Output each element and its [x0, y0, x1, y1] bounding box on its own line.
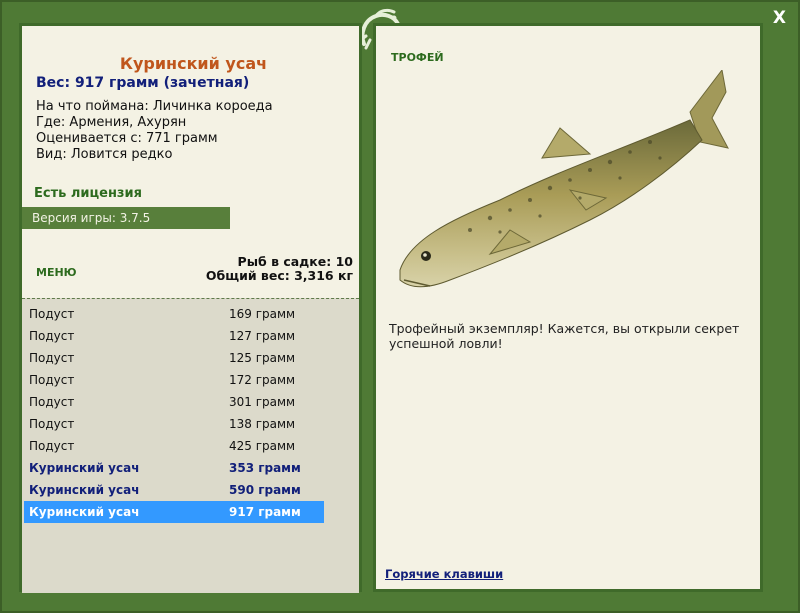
catch-name: Куринский усач	[29, 505, 140, 519]
catch-name: Подуст	[29, 351, 75, 365]
trophy-label: ТРОФЕЙ	[391, 51, 444, 64]
catch-name: Подуст	[29, 373, 75, 387]
catch-row[interactable]: Подуст 138 грамм	[24, 413, 324, 435]
fish-picture	[399, 70, 729, 288]
catch-weight: 917 грамм	[229, 505, 301, 519]
cage-total-weight: Общий вес: 3,316 кг	[205, 268, 353, 283]
catch-weight: 127 грамм	[229, 329, 296, 343]
catch-row[interactable]: Куринский усач 917 грамм	[24, 501, 324, 523]
catch-name: Подуст	[29, 439, 75, 453]
catch-row[interactable]: Подуст 301 грамм	[24, 391, 324, 413]
catch-weight: 169 грамм	[229, 307, 296, 321]
catch-weight: 138 грамм	[229, 417, 296, 431]
fish-info-panel: Куринский усач Вес: 917 грамм (зачетная)…	[19, 23, 362, 593]
fish-weight: Вес: 917 грамм (зачетная)	[36, 75, 250, 91]
catch-row[interactable]: Подуст 169 грамм	[24, 303, 324, 325]
catch-weight: 353 грамм	[229, 461, 301, 475]
fish-bait: На что поймана: Личинка короеда	[36, 99, 273, 114]
close-button[interactable]: X	[773, 8, 786, 28]
trophy-description: Трофейный экземпляр! Кажется, вы открыли…	[389, 321, 740, 351]
hotkeys-link[interactable]: Горячие клавиши	[385, 567, 503, 581]
catch-row[interactable]: Подуст 127 грамм	[24, 325, 324, 347]
game-version: Версия игры: 3.7.5	[22, 207, 230, 229]
catch-name: Подуст	[29, 417, 75, 431]
trophy-panel: ТРОФЕЙ Трофейный экземпляр! Кажется, вы …	[373, 23, 763, 592]
catch-name: Куринский усач	[29, 461, 140, 475]
license-status: Есть лицензия	[34, 186, 142, 201]
fish-species: Вид: Ловится редко	[36, 147, 173, 162]
game-window: X Куринский усач Вес: 917 грамм (зачетна…	[0, 0, 800, 613]
catch-row[interactable]: Подуст 172 грамм	[24, 369, 324, 391]
cage-summary: Рыб в садке: 10 Общий вес: 3,316 кг	[206, 255, 353, 283]
catch-name: Подуст	[29, 307, 75, 321]
fish-rating: Оценивается с: 771 грамм	[36, 131, 218, 146]
catch-row[interactable]: Подуст 125 грамм	[24, 347, 324, 369]
fish-location: Где: Армения, Ахурян	[36, 115, 187, 130]
catch-weight: 590 грамм	[229, 483, 301, 497]
catch-weight: 172 грамм	[229, 373, 296, 387]
catch-name: Подуст	[29, 329, 75, 343]
catch-weight: 125 грамм	[229, 351, 296, 365]
catch-weight: 301 грамм	[229, 395, 296, 409]
catch-list: Подуст 169 грамм Подуст 127 грамм Подуст 125 …	[22, 298, 359, 593]
menu-button[interactable]: МЕНЮ	[36, 266, 77, 279]
catch-row[interactable]: Куринский усач 590 грамм	[24, 479, 324, 501]
catch-row[interactable]: Куринский усач 353 грамм	[24, 457, 324, 479]
catch-name: Подуст	[29, 395, 75, 409]
catch-name: Куринский усач	[29, 483, 140, 497]
cage-count: Рыб в садке: 10	[237, 254, 353, 269]
fish-name: Куринский усач	[119, 54, 268, 73]
catch-weight: 425 грамм	[229, 439, 296, 453]
catch-row[interactable]: Подуст 425 грамм	[24, 435, 324, 457]
